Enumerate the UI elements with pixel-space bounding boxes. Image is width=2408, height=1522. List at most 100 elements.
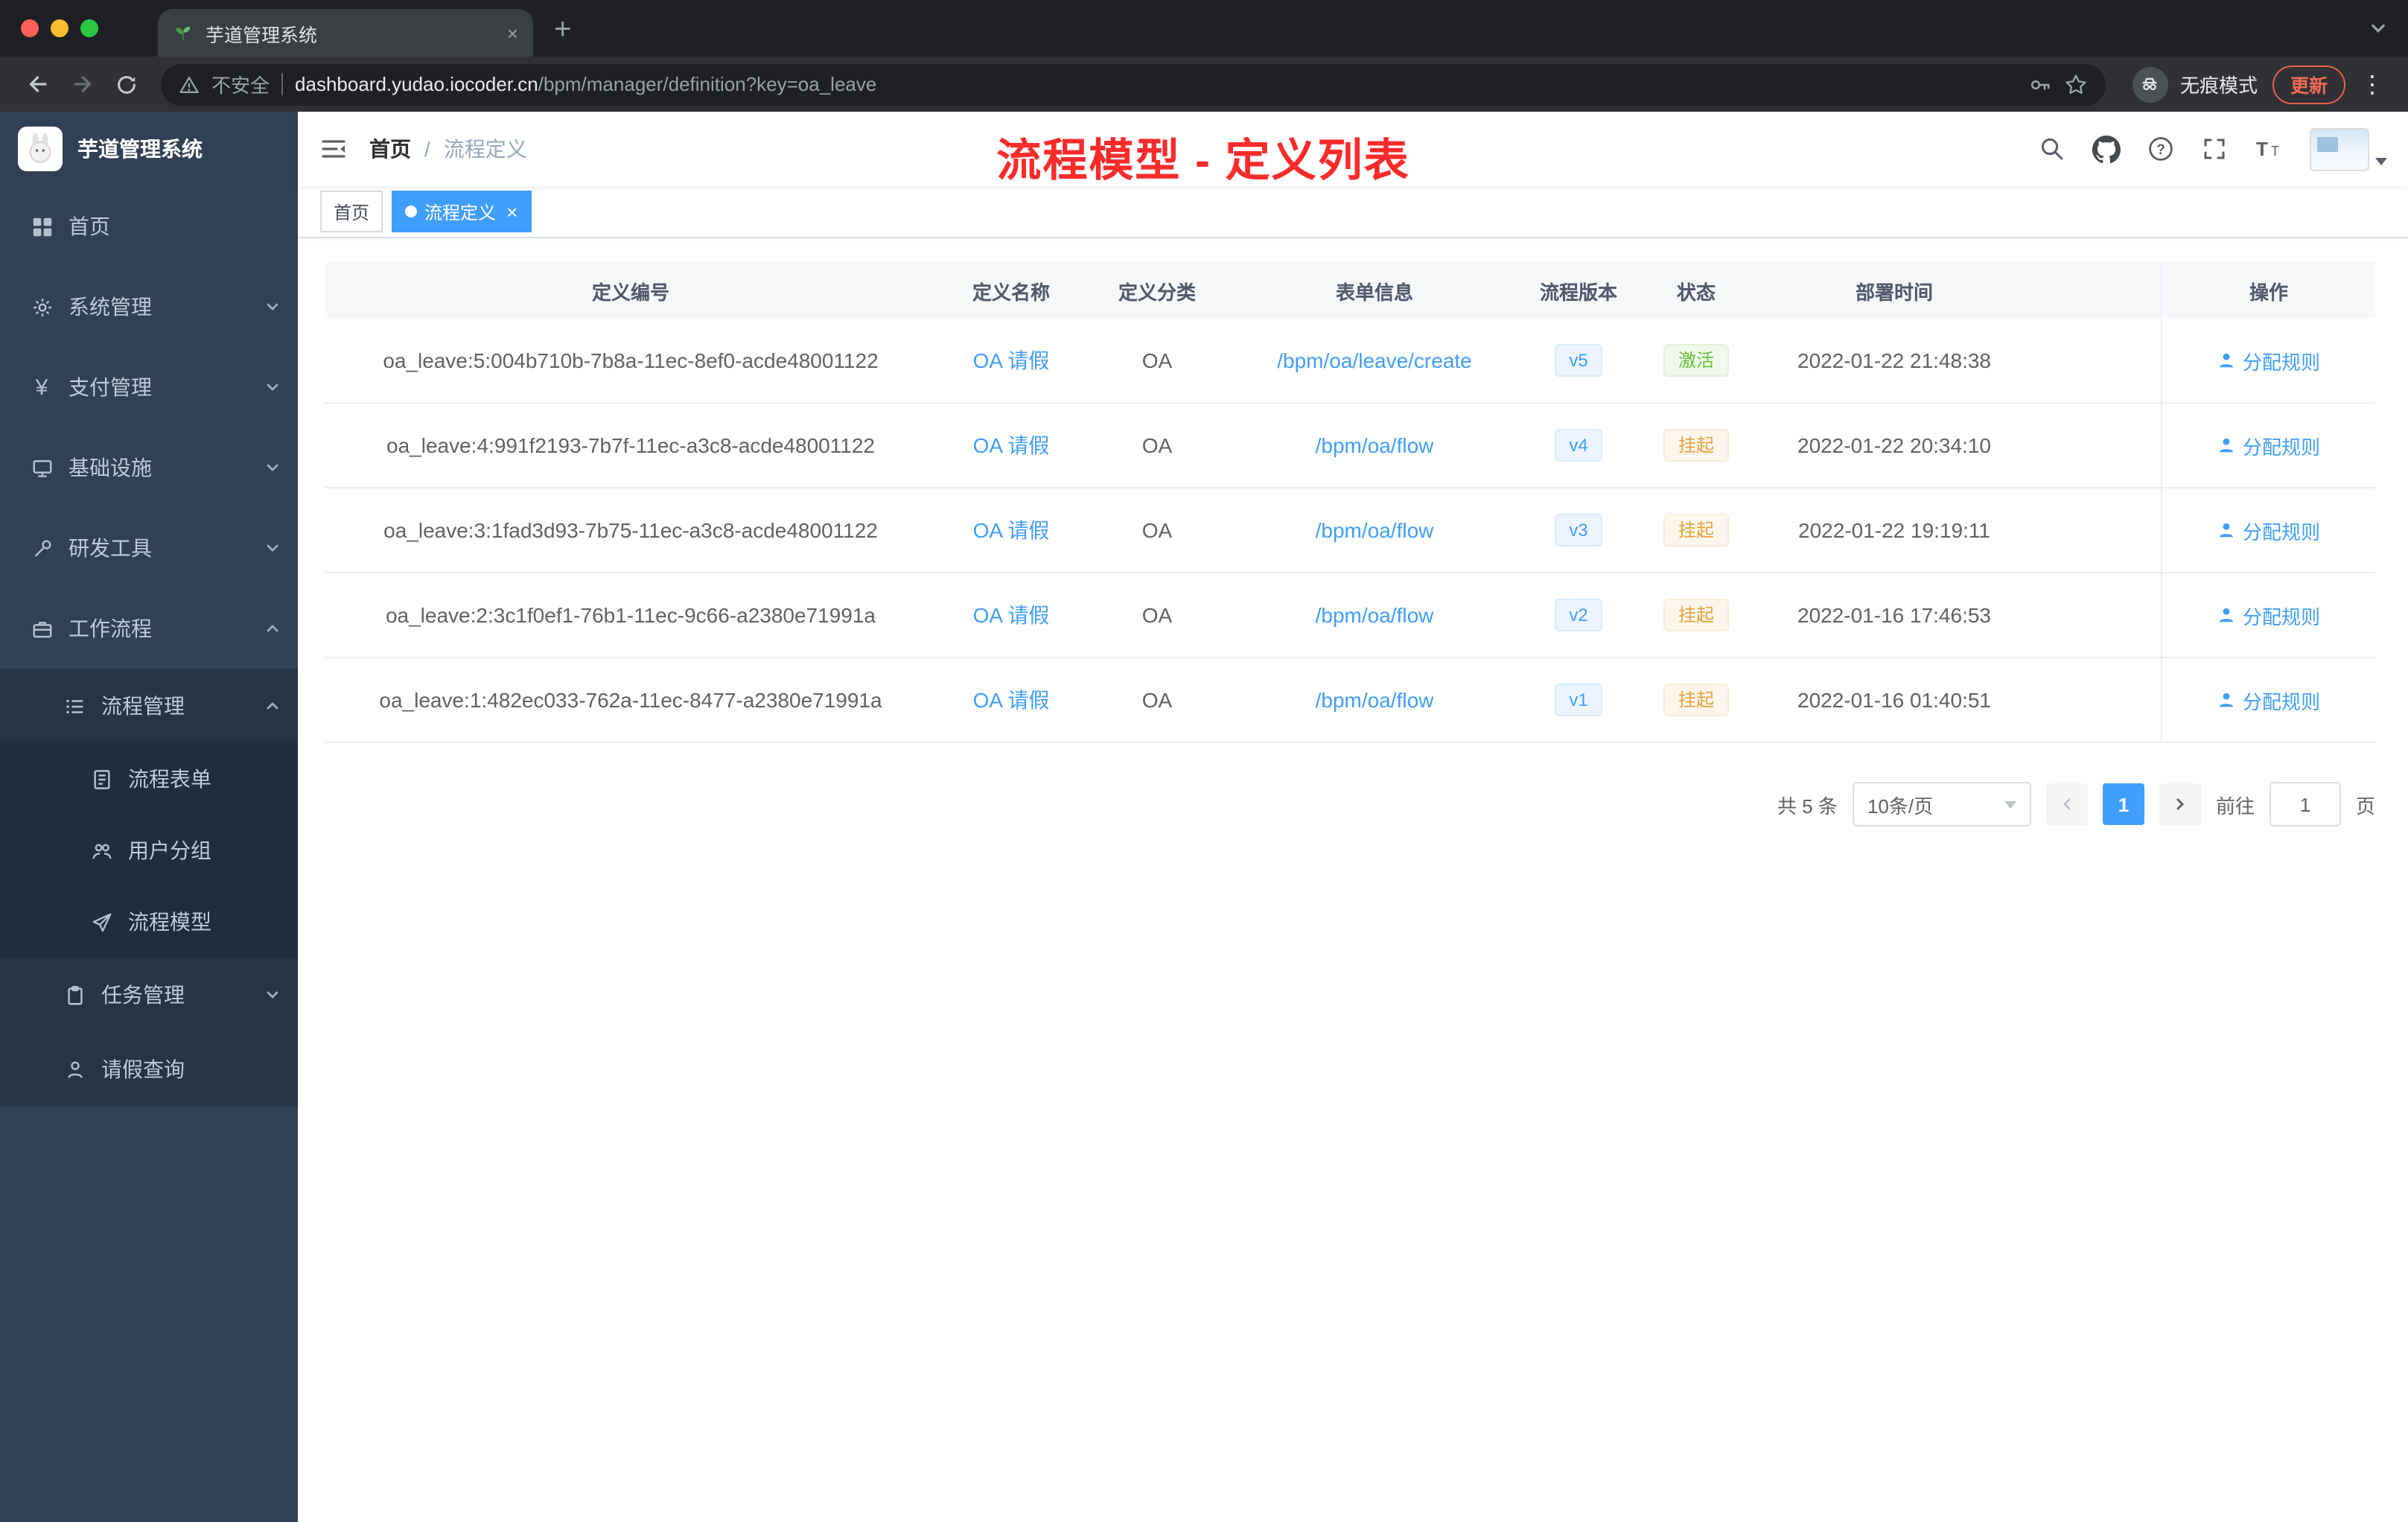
definition-name-link[interactable]: OA 请假: [973, 515, 1050, 545]
tag-close-icon[interactable]: ×: [506, 202, 517, 221]
tag-process-definition[interactable]: 流程定义 ×: [392, 191, 532, 232]
goto-label: 前往: [2215, 795, 2255, 817]
window-minimize-button[interactable]: [51, 19, 69, 37]
definition-category: OA: [1141, 688, 1173, 712]
security-warning-icon[interactable]: [179, 74, 200, 95]
definition-name-link[interactable]: OA 请假: [973, 600, 1050, 630]
browser-tab[interactable]: 芋道管理系统 ×: [158, 9, 533, 57]
briefcase-icon: [30, 617, 54, 640]
forward-icon[interactable]: [63, 65, 101, 104]
tab-search-chevron-icon[interactable]: [2369, 19, 2387, 37]
assign-rule-button[interactable]: 分配规则: [2217, 601, 2320, 629]
reload-icon[interactable]: [107, 65, 146, 104]
definition-name-link[interactable]: OA 请假: [973, 430, 1050, 460]
assign-rule-button[interactable]: 分配规则: [2217, 431, 2320, 459]
sidebar-item-payment[interactable]: ¥ 支付管理: [0, 347, 298, 427]
definition-name-link[interactable]: OA 请假: [973, 346, 1050, 375]
tab-close-icon[interactable]: ×: [507, 22, 518, 44]
document-icon: [89, 768, 113, 790]
user-avatar-menu[interactable]: [2296, 127, 2408, 171]
definition-category: OA: [1141, 518, 1173, 542]
sidebar-item-devtools[interactable]: 研发工具: [0, 508, 298, 588]
sidebar-item-leave-query[interactable]: 请假查询: [0, 1032, 298, 1107]
wrench-icon: [30, 537, 54, 559]
security-label: 不安全: [211, 74, 270, 97]
next-page-button[interactable]: [2159, 783, 2201, 825]
tag-home[interactable]: 首页: [320, 191, 383, 232]
status-badge: 挂起: [1663, 683, 1729, 717]
breadcrumb-home[interactable]: 首页: [369, 134, 411, 164]
url-bar[interactable]: 不安全 dashboard.yudao.iocoder.cn/bpm/manag…: [161, 63, 2106, 105]
form-link[interactable]: /bpm/oa/flow: [1316, 433, 1434, 457]
definition-name-link[interactable]: OA 请假: [973, 685, 1050, 715]
list-icon: [63, 695, 86, 717]
font-size-icon[interactable]: TT: [2241, 136, 2296, 162]
deploy-time: 2022-01-16 01:40:51: [1797, 688, 1991, 712]
form-link[interactable]: /bpm/oa/flow: [1316, 518, 1434, 542]
tab-title: 芋道管理系统: [206, 25, 318, 45]
sidebar-item-home[interactable]: 首页: [0, 186, 298, 267]
table-row: oa_leave:4:991f2193-7b7f-11ec-a3c8-acde4…: [325, 404, 2375, 488]
bookmark-star-icon[interactable]: [2064, 72, 2088, 96]
status-badge: 挂起: [1663, 513, 1729, 547]
password-key-icon[interactable]: [2028, 72, 2052, 96]
incognito-badge: 无痕模式: [2132, 66, 2258, 102]
tags-view-bar: 首页 流程定义 ×: [298, 186, 2408, 238]
sidebar-toggle-icon[interactable]: [298, 136, 369, 162]
deploy-time: 2022-01-22 19:19:11: [1798, 518, 1990, 542]
screen: 芋道管理系统 × + 不安全 dashboard.yudao.iocoder.c…: [0, 0, 2408, 1522]
caret-down-icon: [2004, 800, 2016, 808]
chevron-down-icon: [265, 460, 280, 475]
yen-icon: ¥: [35, 375, 48, 400]
form-link[interactable]: /bpm/oa/leave/create: [1277, 348, 1472, 372]
sidebar-logo[interactable]: 芋道管理系统: [0, 112, 298, 186]
goto-unit: 页: [2355, 795, 2375, 817]
goto-page-input[interactable]: [2269, 782, 2341, 827]
status-badge: 激活: [1663, 343, 1729, 378]
sidebar-item-workflow[interactable]: 工作流程: [0, 588, 298, 669]
deploy-time: 2022-01-16 17:46:53: [1797, 603, 1991, 627]
definition-id: oa_leave:5:004b710b-7b8a-11ec-8ef0-acde4…: [383, 348, 879, 372]
definition-id: oa_leave:2:3c1f0ef1-76b1-11ec-9c66-a2380…: [385, 603, 876, 627]
update-button[interactable]: 更新: [2272, 65, 2345, 104]
fullscreen-icon[interactable]: [2188, 136, 2241, 162]
svg-text:T: T: [2271, 144, 2279, 159]
svg-text:T: T: [2256, 138, 2268, 160]
logo-avatar: [18, 127, 63, 171]
sidebar-item-user-group[interactable]: 用户分组: [0, 815, 298, 886]
version-tag: v5: [1554, 343, 1603, 378]
sidebar: 芋道管理系统 首页 系统管理 ¥ 支付管理 基础设施 研发工具 工作流程 流程管…: [0, 112, 298, 1522]
github-icon[interactable]: [2079, 135, 2134, 163]
definition-id: oa_leave:1:482ec033-762a-11ec-8477-a2380…: [379, 688, 882, 712]
table-row: oa_leave:2:3c1f0ef1-76b1-11ec-9c66-a2380…: [325, 573, 2375, 658]
window-close-button[interactable]: [21, 19, 39, 37]
assign-rule-button[interactable]: 分配规则: [2217, 516, 2320, 544]
browser-menu-kebab-icon[interactable]: ⋮: [2360, 69, 2384, 99]
content: 定义编号 定义名称 定义分类 表单信息 流程版本 状态 部署时间 操作 oa_l…: [298, 238, 2408, 1522]
help-question-icon[interactable]: ?: [2134, 136, 2188, 162]
prev-page-button[interactable]: [2045, 783, 2088, 825]
main-area: 首页 / 流程定义 流程模型 - 定义列表 ? T T 首页 流程定义 × 定义…: [298, 112, 2408, 1522]
monitor-icon: [30, 456, 54, 479]
form-link[interactable]: /bpm/oa/flow: [1316, 603, 1434, 627]
table-header: 定义编号 定义名称 定义分类 表单信息 流程版本 状态 部署时间 操作: [325, 262, 2375, 319]
sidebar-item-infrastructure[interactable]: 基础设施: [0, 427, 298, 508]
sidebar-item-system[interactable]: 系统管理: [0, 267, 298, 347]
sidebar-item-process-model[interactable]: 流程模型: [0, 886, 298, 958]
assign-rule-button[interactable]: 分配规则: [2217, 686, 2320, 714]
sidebar-item-process-management[interactable]: 流程管理: [0, 669, 298, 743]
breadcrumb: 首页 / 流程定义: [369, 134, 527, 164]
page-size-select[interactable]: 10条/页: [1852, 782, 2031, 827]
assign-rule-button[interactable]: 分配规则: [2217, 346, 2320, 375]
form-link[interactable]: /bpm/oa/flow: [1316, 688, 1434, 712]
window-zoom-button[interactable]: [80, 19, 98, 37]
new-tab-button[interactable]: +: [554, 13, 571, 48]
back-icon[interactable]: [18, 65, 57, 104]
sidebar-item-task-management[interactable]: 任务管理: [0, 958, 298, 1032]
user-icon: [2219, 438, 2233, 453]
page-number-button[interactable]: 1: [2102, 783, 2144, 825]
table-row: oa_leave:5:004b710b-7b8a-11ec-8ef0-acde4…: [325, 319, 2375, 404]
search-icon[interactable]: [2025, 136, 2079, 162]
sidebar-item-process-form[interactable]: 流程表单: [0, 743, 298, 815]
version-tag: v2: [1554, 598, 1603, 632]
